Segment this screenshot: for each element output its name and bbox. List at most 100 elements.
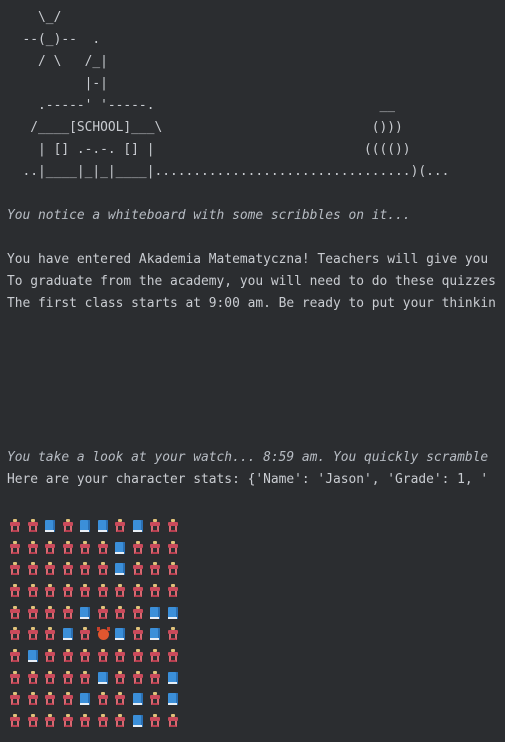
- desk-icon: [8, 627, 25, 641]
- ascii-art-line: --(_)-- .: [7, 32, 101, 47]
- desk-icon: [131, 605, 148, 620]
- desk-icon: [113, 605, 130, 620]
- desk-icon: [166, 540, 183, 555]
- whiteboard-message: You notice a whiteboard with some scribb…: [7, 208, 411, 223]
- desk-icon: [61, 605, 78, 620]
- book-icon: [61, 627, 78, 641]
- grid-row: [8, 623, 183, 645]
- desk-icon: [26, 692, 43, 706]
- desk-icon: [96, 562, 113, 576]
- desk-icon: [26, 627, 43, 641]
- desk-icon: [166, 562, 183, 576]
- desk-icon: [166, 648, 183, 663]
- desk-icon: [61, 648, 78, 663]
- desk-icon: [166, 518, 183, 533]
- grid-row: [8, 602, 183, 624]
- desk-icon: [166, 583, 183, 598]
- grid-row: [8, 537, 183, 559]
- book-icon: [131, 692, 148, 706]
- grid-row: [8, 558, 183, 580]
- desk-icon: [8, 562, 25, 576]
- desk-icon: [26, 670, 43, 685]
- desk-icon: [78, 562, 95, 576]
- ascii-art-line: | [] .-.-. [] | (((()): [7, 142, 411, 157]
- desk-icon: [26, 605, 43, 620]
- book-icon: [96, 519, 113, 533]
- desk-icon: [78, 648, 95, 663]
- desk-icon: [43, 714, 60, 728]
- desk-icon: [148, 518, 165, 533]
- desk-icon: [131, 670, 148, 685]
- welcome-message-line: The first class starts at 9:00 am. Be re…: [7, 296, 496, 311]
- desk-icon: [43, 583, 60, 598]
- desk-icon: [148, 540, 165, 555]
- book-icon: [78, 519, 95, 533]
- devil-icon: [96, 627, 113, 641]
- character-stats: Here are your character stats: {'Name': …: [7, 472, 489, 487]
- ascii-art-line: \_/: [7, 10, 62, 25]
- desk-icon: [131, 648, 148, 663]
- desk-icon: [8, 714, 25, 728]
- book-icon: [26, 649, 43, 663]
- desk-icon: [148, 583, 165, 598]
- desk-icon: [131, 583, 148, 598]
- desk-icon: [26, 714, 43, 728]
- desk-icon: [113, 692, 130, 706]
- desk-icon: [43, 648, 60, 663]
- console-output: \_/ --(_)-- . / \ /_| |-| .-----' '-----…: [0, 0, 505, 742]
- book-icon: [148, 627, 165, 641]
- book-icon: [166, 606, 183, 620]
- desk-icon: [96, 714, 113, 728]
- desk-icon: [96, 583, 113, 598]
- desk-icon: [131, 540, 148, 555]
- ascii-art-line: .-----' '-----. __: [7, 98, 396, 113]
- desk-icon: [148, 562, 165, 576]
- desk-icon: [61, 714, 78, 728]
- desk-icon: [8, 583, 25, 598]
- desk-icon: [26, 583, 43, 598]
- desk-icon: [26, 518, 43, 533]
- grid-row: [8, 710, 183, 732]
- desk-icon: [8, 670, 25, 685]
- desk-icon: [61, 692, 78, 706]
- desk-icon: [61, 540, 78, 555]
- book-icon: [113, 541, 130, 555]
- ascii-art-line: |-|: [7, 76, 108, 91]
- book-icon: [78, 606, 95, 620]
- book-icon: [166, 692, 183, 706]
- desk-icon: [131, 627, 148, 641]
- grid-row: [8, 515, 183, 537]
- book-icon: [131, 714, 148, 728]
- desk-icon: [61, 670, 78, 685]
- desk-icon: [166, 714, 183, 728]
- desk-icon: [166, 627, 183, 641]
- welcome-message-line: You have entered Akademia Matematyczna! …: [7, 252, 489, 267]
- desk-icon: [113, 670, 130, 685]
- desk-icon: [78, 670, 95, 685]
- desk-icon: [43, 692, 60, 706]
- desk-icon: [78, 540, 95, 555]
- desk-icon: [43, 540, 60, 555]
- desk-icon: [113, 648, 130, 663]
- book-icon: [96, 671, 113, 685]
- desk-icon: [148, 670, 165, 685]
- grid-row: [8, 580, 183, 602]
- desk-icon: [113, 714, 130, 728]
- book-icon: [43, 519, 60, 533]
- desk-icon: [61, 583, 78, 598]
- book-icon: [113, 627, 130, 641]
- welcome-message-line: To graduate from the academy, you will n…: [7, 274, 496, 289]
- book-icon: [131, 519, 148, 533]
- desk-icon: [78, 714, 95, 728]
- desk-icon: [43, 627, 60, 641]
- book-icon: [113, 562, 130, 576]
- desk-icon: [61, 562, 78, 576]
- desk-icon: [8, 518, 25, 533]
- desk-icon: [113, 583, 130, 598]
- ascii-art-line: / \ /_|: [7, 54, 108, 69]
- desk-icon: [78, 627, 95, 641]
- desk-icon: [148, 714, 165, 728]
- desk-icon: [43, 670, 60, 685]
- desk-icon: [131, 562, 148, 576]
- desk-icon: [96, 648, 113, 663]
